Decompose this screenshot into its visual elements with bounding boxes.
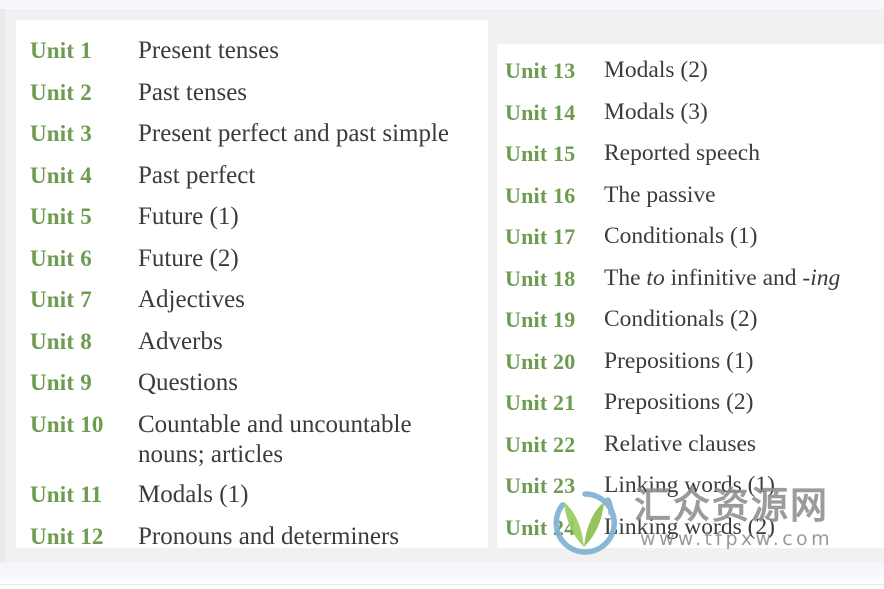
unit-row[interactable]: Unit 21 Prepositions (2)	[505, 388, 753, 417]
unit-title-label: Modals (3)	[604, 98, 708, 125]
unit-row[interactable]: Unit 3 Present perfect and past simple	[30, 119, 449, 149]
unit-row[interactable]: Unit 10 Countable and uncountable nouns; …	[30, 410, 478, 470]
unit-row[interactable]: Unit 13 Modals (2)	[505, 56, 708, 85]
unit-title-label: Questions	[138, 369, 238, 396]
unit-number-label: Unit 2	[30, 79, 92, 105]
unit-number-label: Unit 15	[505, 141, 576, 166]
unit-number-label: Unit 12	[30, 523, 104, 549]
unit-row[interactable]: Unit 6 Future (2)	[30, 244, 239, 274]
unit-number-label: Unit 18	[505, 265, 576, 291]
contents-panel-left: Unit 1 Present tenses Unit 2 Past tenses Uni…	[16, 20, 488, 550]
unit-title-label: Present perfect and past simple	[138, 120, 450, 147]
unit-row[interactable]: Unit 8 Adverbs	[30, 327, 223, 357]
unit-row[interactable]: Unit 24 Linking words (2)	[505, 513, 775, 542]
unit-number-label: Unit 5	[30, 204, 92, 229]
unit-row[interactable]: Unit 12 Pronouns and determiners	[30, 522, 399, 552]
unit-number-label: Unit 8	[30, 328, 92, 354]
unit-number-label: Unit 23	[505, 473, 576, 498]
unit-row[interactable]: Unit 16 The passive	[505, 181, 716, 210]
unit-title-label: Prepositions (2)	[604, 389, 754, 415]
unit-title-label: Linking words (1)	[604, 472, 776, 498]
unit-title-label: Adverbs	[138, 327, 223, 355]
unit-number-label: Unit 24	[505, 514, 576, 540]
unit-title-label: Pronouns and determiners	[138, 522, 400, 550]
unit-title-label: Future (2)	[138, 244, 239, 272]
unit-number-label: Unit 10	[30, 411, 104, 437]
unit-number-label: Unit 3	[30, 121, 92, 146]
unit-title-label: Present tenses	[138, 37, 279, 64]
unit-number-label: Unit 22	[505, 431, 576, 457]
unit-row[interactable]: Unit 19 Conditionals (2)	[505, 305, 757, 334]
unit-row[interactable]: Unit 20 Prepositions (1)	[505, 347, 753, 376]
unit-title-label: Conditionals (2)	[604, 306, 758, 332]
unit-row[interactable]: Unit 23 Linking words (1)	[505, 471, 775, 500]
unit-row[interactable]: Unit 1 Present tenses	[30, 36, 279, 66]
unit-title-label: Relative clauses	[604, 430, 757, 457]
unit-number-label: Unit 16	[505, 182, 576, 208]
unit-row[interactable]: Unit 2 Past tenses	[30, 78, 247, 108]
contents-panel-right: Unit 13 Modals (2) Unit 14 Modals (3) Unit 1…	[497, 44, 884, 548]
unit-number-label: Unit 6	[30, 245, 92, 271]
page-left-edge-strip	[0, 9, 5, 562]
unit-row[interactable]: Unit 17 Conditionals (1)	[505, 222, 757, 251]
unit-title-label: Future (1)	[138, 203, 239, 230]
unit-row[interactable]: Unit 18 The to infinitive and -ing	[505, 264, 840, 293]
unit-title-label: The to infinitive and -ing	[604, 264, 841, 291]
page-bottom-rule	[0, 584, 884, 585]
unit-title-label: Prepositions (1)	[604, 347, 754, 374]
unit-row[interactable]: Unit 15 Reported speech	[505, 139, 760, 168]
unit-row[interactable]: Unit 5 Future (1)	[30, 202, 239, 232]
unit-number-label: Unit 4	[30, 162, 92, 188]
unit-title-label: Adjectives	[138, 286, 245, 313]
unit-number-label: Unit 11	[30, 482, 103, 507]
unit-number-label: Unit 13	[505, 58, 576, 83]
unit-row[interactable]: Unit 14 Modals (3)	[505, 98, 708, 127]
page-root: Unit 1 Present tenses Unit 2 Past tenses Uni…	[0, 0, 884, 589]
unit-title-label: Modals (2)	[604, 57, 708, 83]
unit-title-label: Linking words (2)	[604, 513, 776, 540]
unit-number-label: Unit 9	[30, 370, 92, 395]
page-top-band	[0, 0, 884, 9]
unit-title-label: Reported speech	[604, 140, 760, 166]
unit-title-label: The passive	[604, 181, 716, 208]
unit-number-label: Unit 20	[505, 348, 576, 374]
unit-title-label: Countable and uncountable nouns; article…	[138, 410, 412, 468]
unit-number-label: Unit 14	[505, 99, 576, 125]
unit-number-label: Unit 17	[505, 224, 576, 249]
unit-number-label: Unit 21	[505, 390, 576, 415]
unit-number-label: Unit 19	[505, 307, 576, 332]
unit-number-label: Unit 7	[30, 287, 92, 312]
unit-number-label: Unit 1	[30, 38, 92, 63]
unit-row[interactable]: Unit 22 Relative clauses	[505, 430, 756, 459]
unit-title-label: Conditionals (1)	[604, 223, 758, 249]
unit-title-label: Modals (1)	[138, 481, 249, 508]
unit-title-label: Past perfect	[138, 161, 256, 189]
unit-title-label: Past tenses	[138, 78, 248, 106]
unit-row[interactable]: Unit 11 Modals (1)	[30, 480, 248, 510]
unit-row[interactable]: Unit 7 Adjectives	[30, 285, 245, 315]
unit-row[interactable]: Unit 4 Past perfect	[30, 161, 255, 191]
unit-row[interactable]: Unit 9 Questions	[30, 368, 238, 398]
